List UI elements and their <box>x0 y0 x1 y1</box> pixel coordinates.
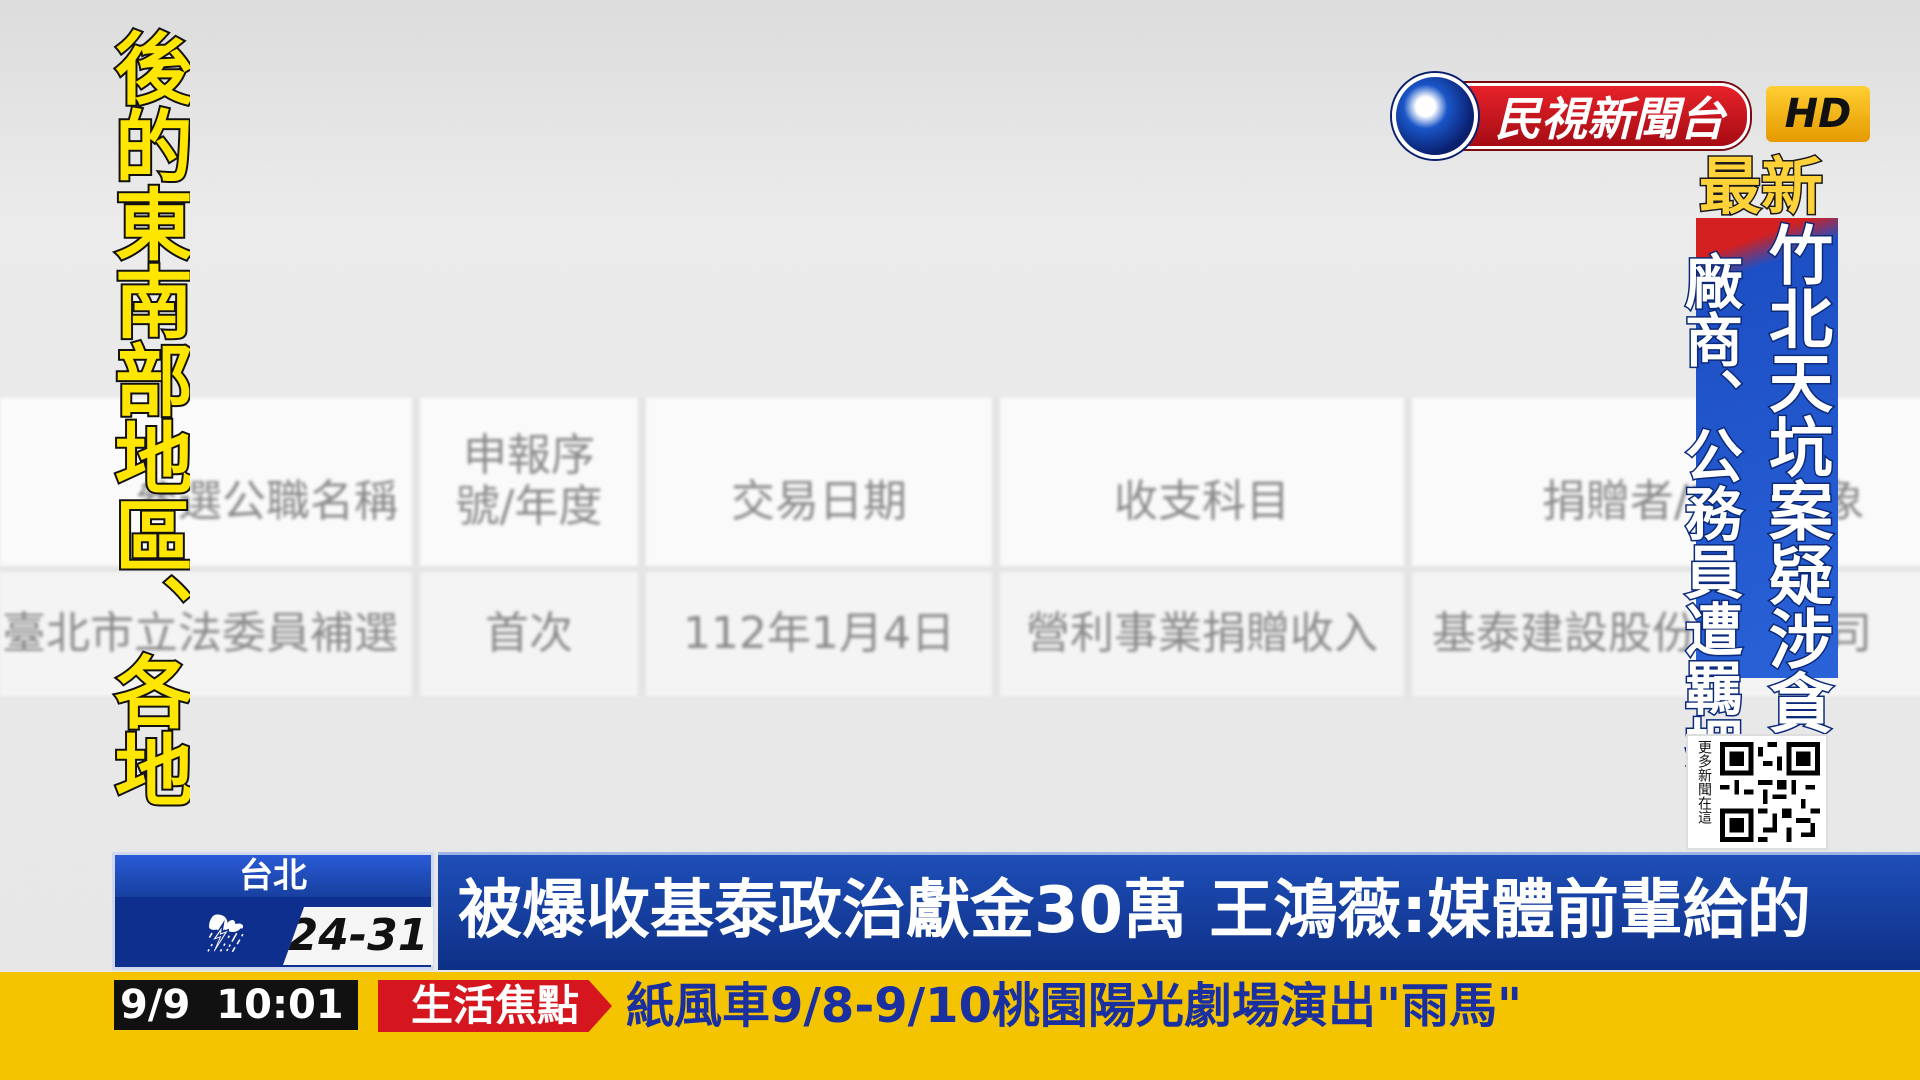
news-headline: 被爆收基泰政治獻金30萬 王鴻薇:媒體前輩給的 <box>438 852 1920 970</box>
table-data-cell: 首次 <box>420 572 638 696</box>
table-data-cell: 基泰建設股份有限公司 <box>1412 572 1920 696</box>
table-data-cell: 營利事業捐贈收入 <box>1000 572 1404 696</box>
date-time-box: 9/9 10:01 <box>114 980 358 1030</box>
table-header-cell: 參選公職名稱 <box>0 398 412 566</box>
ticker-text: 紙風車9/8-9/10桃園陽光劇場演出"雨馬" <box>626 978 1522 1034</box>
hd-badge: HD <box>1766 86 1870 142</box>
table-header-cell: 收支科目 <box>1000 398 1404 566</box>
qr-code-icon <box>1714 736 1826 848</box>
table-header-cell: 交易日期 <box>646 398 992 566</box>
channel-logo: 民視新聞台 <box>1392 73 1762 159</box>
vertical-subtitle: 後的東南部地區、各地 <box>100 26 190 810</box>
background-document-table: 參選公職名稱 申報序號/年度 交易日期 收支科目 捐贈者/支出對象 臺北市立法委… <box>0 398 1920 696</box>
weather-city: 台北 <box>115 855 431 897</box>
table-header-cell: 申報序號/年度 <box>420 398 638 566</box>
table-data-cell: 臺北市立法委員補選 <box>0 572 412 696</box>
table-data-cell: 112年1月4日 <box>646 572 992 696</box>
qr-code-panel[interactable]: 更多新聞在這 <box>1686 734 1828 850</box>
weather-widget: 台北 ⛈ 24-31 <box>112 852 434 970</box>
ticker-category-tag: 生活焦點 <box>378 980 612 1032</box>
breaking-label: 最新 <box>1697 149 1824 225</box>
breaking-headline-line1: 竹北天坑案疑涉貪 <box>1757 221 1834 736</box>
qr-caption: 更多新聞在這 <box>1696 740 1712 824</box>
ticker-time: 10:01 <box>216 982 344 1028</box>
channel-name: 民視新聞台 <box>1464 83 1750 149</box>
weather-temperature: 24-31 <box>283 907 433 965</box>
globe-icon <box>1392 73 1478 159</box>
thunderstorm-icon: ⛈ <box>206 906 246 962</box>
table-header-cell: 捐贈者/支出對象 <box>1412 398 1920 566</box>
ticker-date: 9/9 <box>120 982 191 1028</box>
breaking-headline-line2: 廠商、公務員遭羈押 <box>1674 251 1745 776</box>
